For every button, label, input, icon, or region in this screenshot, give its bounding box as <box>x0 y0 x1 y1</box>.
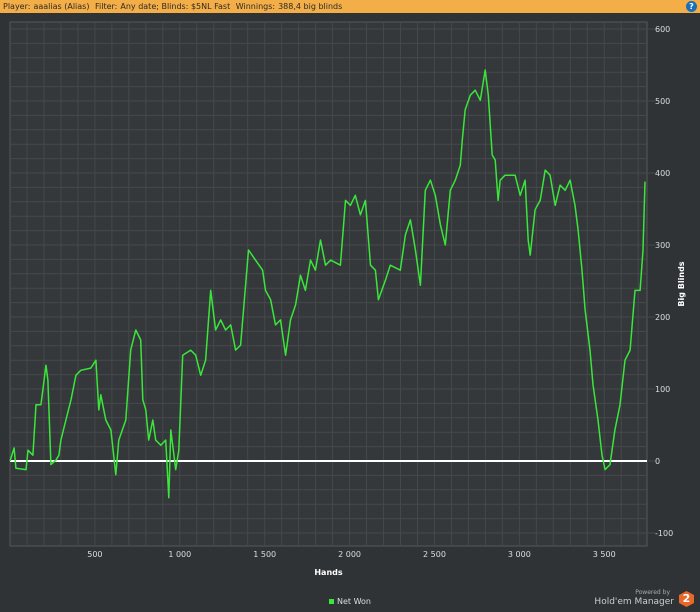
powered-by: Powered by <box>635 589 670 596</box>
x-tick-label: 2 000 <box>338 550 361 559</box>
y-tick-label: 400 <box>655 169 670 178</box>
net-won-chart: -100 0 100 200 300 400 500 600 500 1 000 1 500 2 00… <box>9 21 686 577</box>
product-name: Hold'em Manager <box>594 597 674 607</box>
y-tick-label: 100 <box>655 385 670 394</box>
y-tick-label: 300 <box>655 241 670 250</box>
legend-label: Net Won <box>337 597 371 606</box>
x-axis-label: Hands <box>314 568 343 577</box>
x-tick-label: 3 000 <box>508 550 531 559</box>
x-tick-label: 2 500 <box>423 550 446 559</box>
x-tick-label: 1 000 <box>168 550 191 559</box>
x-tick-label: 500 <box>87 550 102 559</box>
y-tick-label: 600 <box>655 25 670 34</box>
x-tick-label: 3 500 <box>593 550 616 559</box>
y-tick-label: 200 <box>655 313 670 322</box>
legend-swatch <box>329 599 334 604</box>
x-tick-label: 1 500 <box>253 550 276 559</box>
y-tick-label: 500 <box>655 97 670 106</box>
y-tick-label: 0 <box>655 457 660 466</box>
y-tick-label: -100 <box>655 529 673 538</box>
y-axis-label: Big Blinds <box>677 261 686 306</box>
